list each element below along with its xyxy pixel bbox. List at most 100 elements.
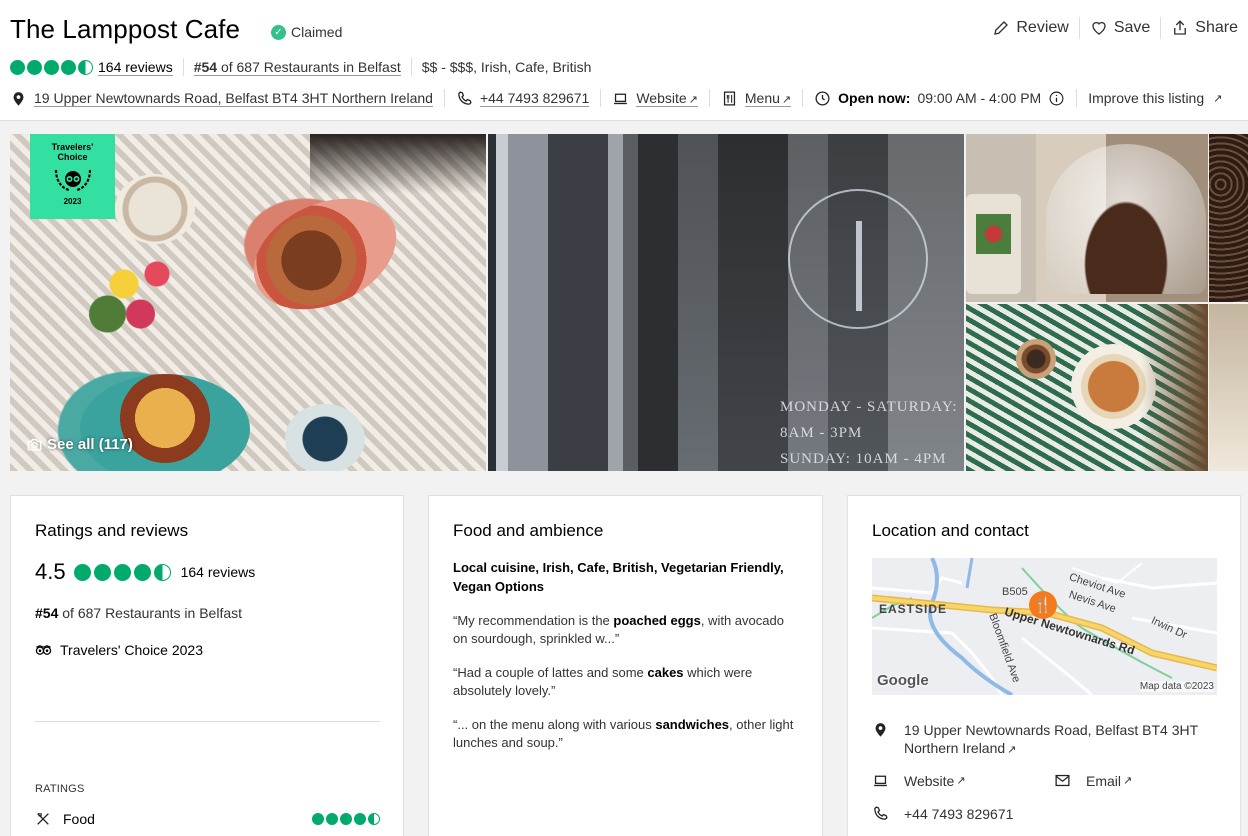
rank-number: #54 bbox=[35, 605, 59, 621]
hours-status[interactable]: Open now: 09:00 AM - 4:00 PM bbox=[814, 90, 1065, 107]
share-label: Share bbox=[1195, 19, 1238, 36]
rating-bubble bbox=[44, 59, 59, 75]
review-button[interactable]: Review bbox=[982, 17, 1080, 39]
cuisine-tags: Local cuisine, Irish, Cafe, British, Veg… bbox=[453, 560, 784, 594]
rank-number: #54 bbox=[193, 58, 218, 75]
see-all-photos-button[interactable]: See all (117) bbox=[27, 436, 133, 453]
claimed-label: Claimed bbox=[291, 24, 343, 40]
window-hours-line: MONDAY - SATURDAY: 8AM - 3PM bbox=[780, 399, 958, 441]
phone-text: +44 7493 829671 bbox=[479, 89, 590, 107]
header-actions: Review Save Share bbox=[982, 17, 1238, 39]
address-line1: 19 Upper Newtownards Road, Belfast BT4 3… bbox=[904, 722, 1199, 738]
website-link[interactable]: Website ↗ bbox=[612, 90, 698, 107]
menu-book-icon bbox=[723, 90, 735, 106]
ranking-link[interactable]: #54 of 687 Restaurants in Belfast bbox=[193, 58, 401, 76]
external-arrow-icon: ↗ bbox=[956, 775, 966, 787]
heart-icon bbox=[1092, 21, 1106, 35]
rating-bubble-half bbox=[368, 813, 380, 825]
external-arrow-icon: ↗ bbox=[688, 93, 698, 106]
photo-partial[interactable] bbox=[1209, 304, 1248, 471]
phone-icon bbox=[874, 806, 888, 820]
photo-storefront-window[interactable]: MONDAY - SATURDAY: 8AM - 3PM SUNDAY: 10A… bbox=[488, 134, 964, 471]
photo-detail bbox=[1016, 339, 1056, 379]
info-icon[interactable] bbox=[1048, 90, 1065, 107]
save-button[interactable]: Save bbox=[1080, 17, 1162, 39]
photo-cake-dome[interactable] bbox=[966, 134, 1208, 302]
divider bbox=[1076, 89, 1078, 107]
travelers-choice-award: Travelers' Choice 2023 bbox=[35, 642, 203, 658]
photo-detail bbox=[235, 176, 415, 332]
rating-bubble bbox=[27, 59, 42, 75]
fork-knife-icon bbox=[37, 813, 49, 825]
food-rating-row: Food bbox=[35, 811, 380, 827]
travelers-choice-label: Travelers' Choice 2023 bbox=[60, 642, 204, 658]
divider bbox=[708, 89, 710, 107]
map-road-label: B505 bbox=[1002, 586, 1028, 598]
divider bbox=[443, 89, 445, 107]
review-snippet[interactable]: “My recommendation is the poached eggs, … bbox=[453, 612, 798, 648]
reviews-count-link[interactable]: 164 reviews bbox=[181, 564, 256, 580]
share-icon bbox=[1174, 20, 1187, 35]
snippet-highlight: sandwiches bbox=[655, 717, 730, 732]
rating-bubble bbox=[73, 563, 91, 581]
ranking-text[interactable]: #54 of 687 Restaurants in Belfast bbox=[35, 605, 242, 621]
review-snippet[interactable]: “Had a couple of lattes and some cakes w… bbox=[453, 664, 798, 700]
rating-bubble bbox=[354, 813, 366, 825]
save-label: Save bbox=[1113, 19, 1151, 36]
photo-gallery: Travelers' Choice 2023 See all (117) MOND… bbox=[10, 134, 1248, 471]
rating-bubble bbox=[61, 59, 76, 75]
rating-bubble-half bbox=[153, 563, 171, 581]
clock-icon bbox=[815, 90, 830, 106]
hours-text: 09:00 AM - 4:00 PM bbox=[917, 90, 1042, 106]
snippet-text: “... on the menu along with various bbox=[453, 717, 656, 732]
address-text: 19 Upper Newtownards Road, Belfast BT4 3… bbox=[34, 89, 433, 107]
phone-link[interactable]: +44 7493 829671 bbox=[872, 805, 1013, 822]
rank-text: of 687 Restaurants in Belfast bbox=[58, 605, 243, 621]
claimed-badge[interactable]: ✓ Claimed bbox=[271, 24, 342, 40]
photo-breakfast-table[interactable]: Travelers' Choice 2023 See all (117) bbox=[10, 134, 486, 471]
rating-bubbles[interactable] bbox=[10, 59, 93, 75]
rating-bubble bbox=[113, 563, 131, 581]
share-button[interactable]: Share bbox=[1161, 17, 1238, 39]
external-arrow-icon: ↗ bbox=[1007, 744, 1017, 756]
divider bbox=[600, 89, 602, 107]
laptop-icon bbox=[874, 775, 887, 787]
snippet-highlight: cakes bbox=[647, 665, 684, 680]
food-ambience-card: Food and ambience Local cuisine, Irish, … bbox=[428, 495, 823, 836]
review-snippet[interactable]: “... on the menu along with various sand… bbox=[453, 716, 798, 752]
address-line2-wrap: Northern Ireland ↗ bbox=[904, 739, 1198, 759]
improve-listing-link[interactable]: Improve this listing ↗ bbox=[1088, 90, 1222, 106]
location-card-title: Location and contact bbox=[872, 521, 1029, 540]
location-contact-card: Location and contact EASTSIDE B505 Chevi… bbox=[847, 495, 1241, 836]
badge-text: Travelers' Choice bbox=[30, 142, 115, 162]
address-link[interactable]: 19 Upper Newtownards Road, Belfast BT4 3… bbox=[10, 90, 433, 107]
phone-link[interactable]: +44 7493 829671 bbox=[456, 89, 590, 107]
lamppost-logo bbox=[788, 189, 928, 329]
restaurant-map-pin[interactable]: 🍴 bbox=[1029, 591, 1057, 619]
see-all-label: See all (117) bbox=[47, 436, 133, 453]
menu-link[interactable]: Menu ↗ bbox=[721, 90, 792, 107]
photo-detail bbox=[115, 174, 195, 244]
rating-bubble bbox=[93, 563, 111, 581]
laptop-icon bbox=[614, 93, 628, 104]
owl-laurel-icon bbox=[54, 169, 91, 192]
ratings-card: Ratings and reviews 4.5 164 reviews #54 … bbox=[10, 495, 404, 836]
rating-summary: 4.5 164 reviews bbox=[35, 559, 255, 585]
address-link[interactable]: 19 Upper Newtownards Road, Belfast BT4 3… bbox=[872, 721, 1198, 759]
open-now-label: Open now: bbox=[838, 90, 911, 106]
website-link[interactable]: Website ↗ bbox=[872, 772, 966, 789]
rating-bubble bbox=[340, 813, 352, 825]
photo-waffles-table[interactable] bbox=[966, 304, 1208, 471]
map-attribution[interactable]: Map data ©2023 bbox=[1139, 681, 1214, 692]
address-line2: Northern Ireland bbox=[904, 740, 1006, 756]
photo-detail bbox=[285, 404, 365, 471]
reviews-count-link[interactable]: 164 reviews bbox=[98, 59, 173, 76]
badge-line2: Choice bbox=[57, 152, 88, 162]
photo-partial[interactable] bbox=[1209, 134, 1248, 302]
location-map[interactable]: EASTSIDE B505 Cheviot Ave Nevis Ave Irwi… bbox=[872, 558, 1217, 695]
divider bbox=[35, 721, 380, 722]
travelers-choice-badge: Travelers' Choice 2023 bbox=[30, 134, 115, 219]
external-arrow-icon: ↗ bbox=[1213, 92, 1223, 105]
window-hours-line: SUNDAY: 10AM - 4PM bbox=[780, 451, 947, 467]
email-link[interactable]: Email ↗ bbox=[1054, 772, 1132, 789]
